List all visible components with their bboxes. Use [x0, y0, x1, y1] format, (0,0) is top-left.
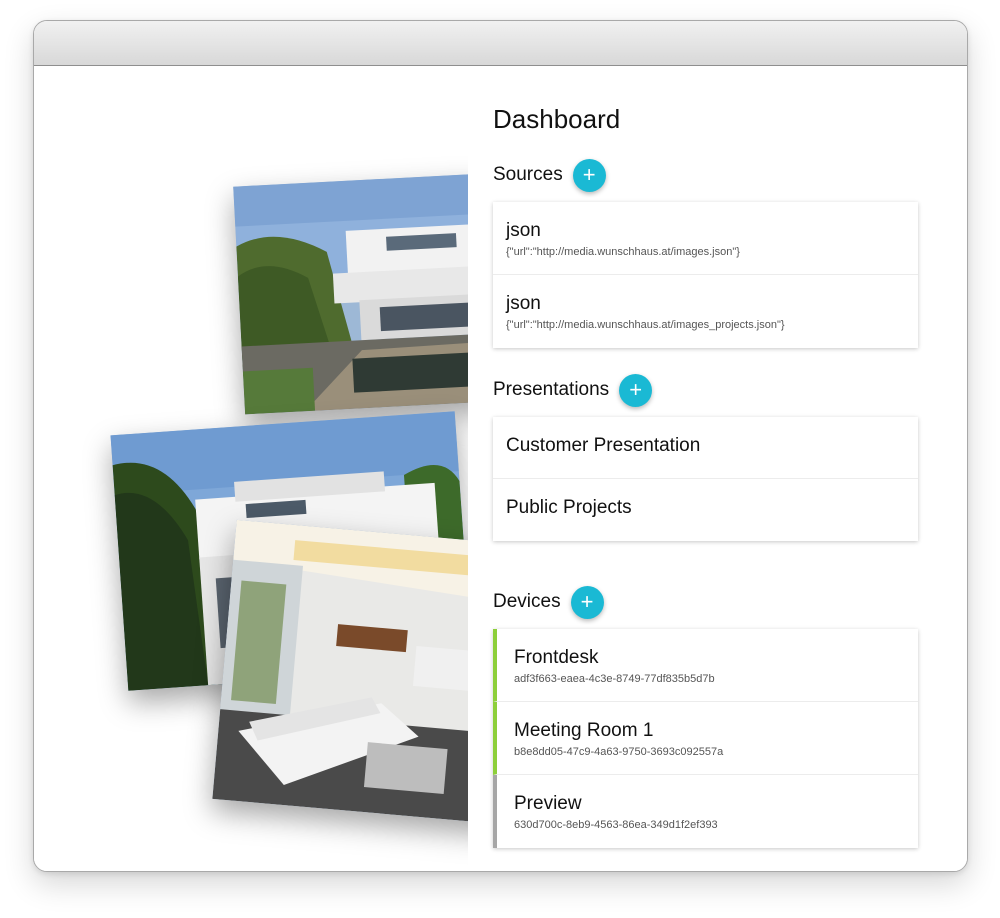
- sources-list: json {"url":"http://media.wunschhaus.at/…: [493, 202, 918, 348]
- photo-collage: [34, 66, 468, 871]
- presentations-list: Customer Presentation Public Projects: [493, 417, 918, 541]
- devices-list: Frontdesk adf3f663-eaea-4c3e-8749-77df83…: [493, 629, 918, 848]
- add-source-button[interactable]: +: [572, 158, 606, 192]
- device-name: Preview: [514, 793, 582, 814]
- device-id: 630d700c-8eb9-4563-86ea-349d1f2ef393: [514, 819, 718, 831]
- page-title: Dashboard: [493, 104, 621, 134]
- presentations-header: Presentations +: [493, 373, 653, 407]
- source-config: {"url":"http://media.wunschhaus.at/image…: [506, 246, 740, 258]
- device-id: adf3f663-eaea-4c3e-8749-77df835b5d7b: [514, 673, 715, 685]
- add-device-button[interactable]: +: [570, 585, 604, 619]
- window-content: Dashboard Sources + json {"url":"http://…: [34, 66, 967, 871]
- sources-title: Sources: [493, 164, 563, 185]
- presentation-name: Public Projects: [506, 497, 632, 518]
- device-item[interactable]: Preview 630d700c-8eb9-4563-86ea-349d1f2e…: [493, 775, 918, 848]
- device-name: Frontdesk: [514, 647, 599, 668]
- add-presentation-button[interactable]: +: [619, 373, 653, 407]
- device-item[interactable]: Meeting Room 1 b8e8dd05-47c9-4a63-9750-3…: [493, 702, 918, 775]
- source-item[interactable]: json {"url":"http://media.wunschhaus.at/…: [493, 202, 918, 275]
- device-name: Meeting Room 1: [514, 720, 654, 741]
- source-item[interactable]: json {"url":"http://media.wunschhaus.at/…: [493, 275, 918, 348]
- presentation-name: Customer Presentation: [506, 435, 701, 456]
- device-item[interactable]: Frontdesk adf3f663-eaea-4c3e-8749-77df83…: [493, 629, 918, 702]
- device-id: b8e8dd05-47c9-4a63-9750-3693c092557a: [514, 746, 724, 758]
- source-name: json: [506, 293, 541, 314]
- source-name: json: [506, 220, 541, 241]
- house-exterior-pool-photo: [233, 173, 468, 415]
- devices-title: Devices: [493, 591, 561, 612]
- window-titlebar[interactable]: [34, 21, 967, 66]
- source-config: {"url":"http://media.wunschhaus.at/image…: [506, 319, 785, 331]
- presentation-item[interactable]: Public Projects: [493, 479, 918, 541]
- presentation-item[interactable]: Customer Presentation: [493, 417, 918, 479]
- devices-header: Devices +: [493, 585, 604, 619]
- app-window: Dashboard Sources + json {"url":"http://…: [33, 20, 968, 872]
- presentations-title: Presentations: [493, 379, 610, 400]
- sources-header: Sources +: [493, 158, 606, 192]
- living-room-photo: [212, 519, 468, 825]
